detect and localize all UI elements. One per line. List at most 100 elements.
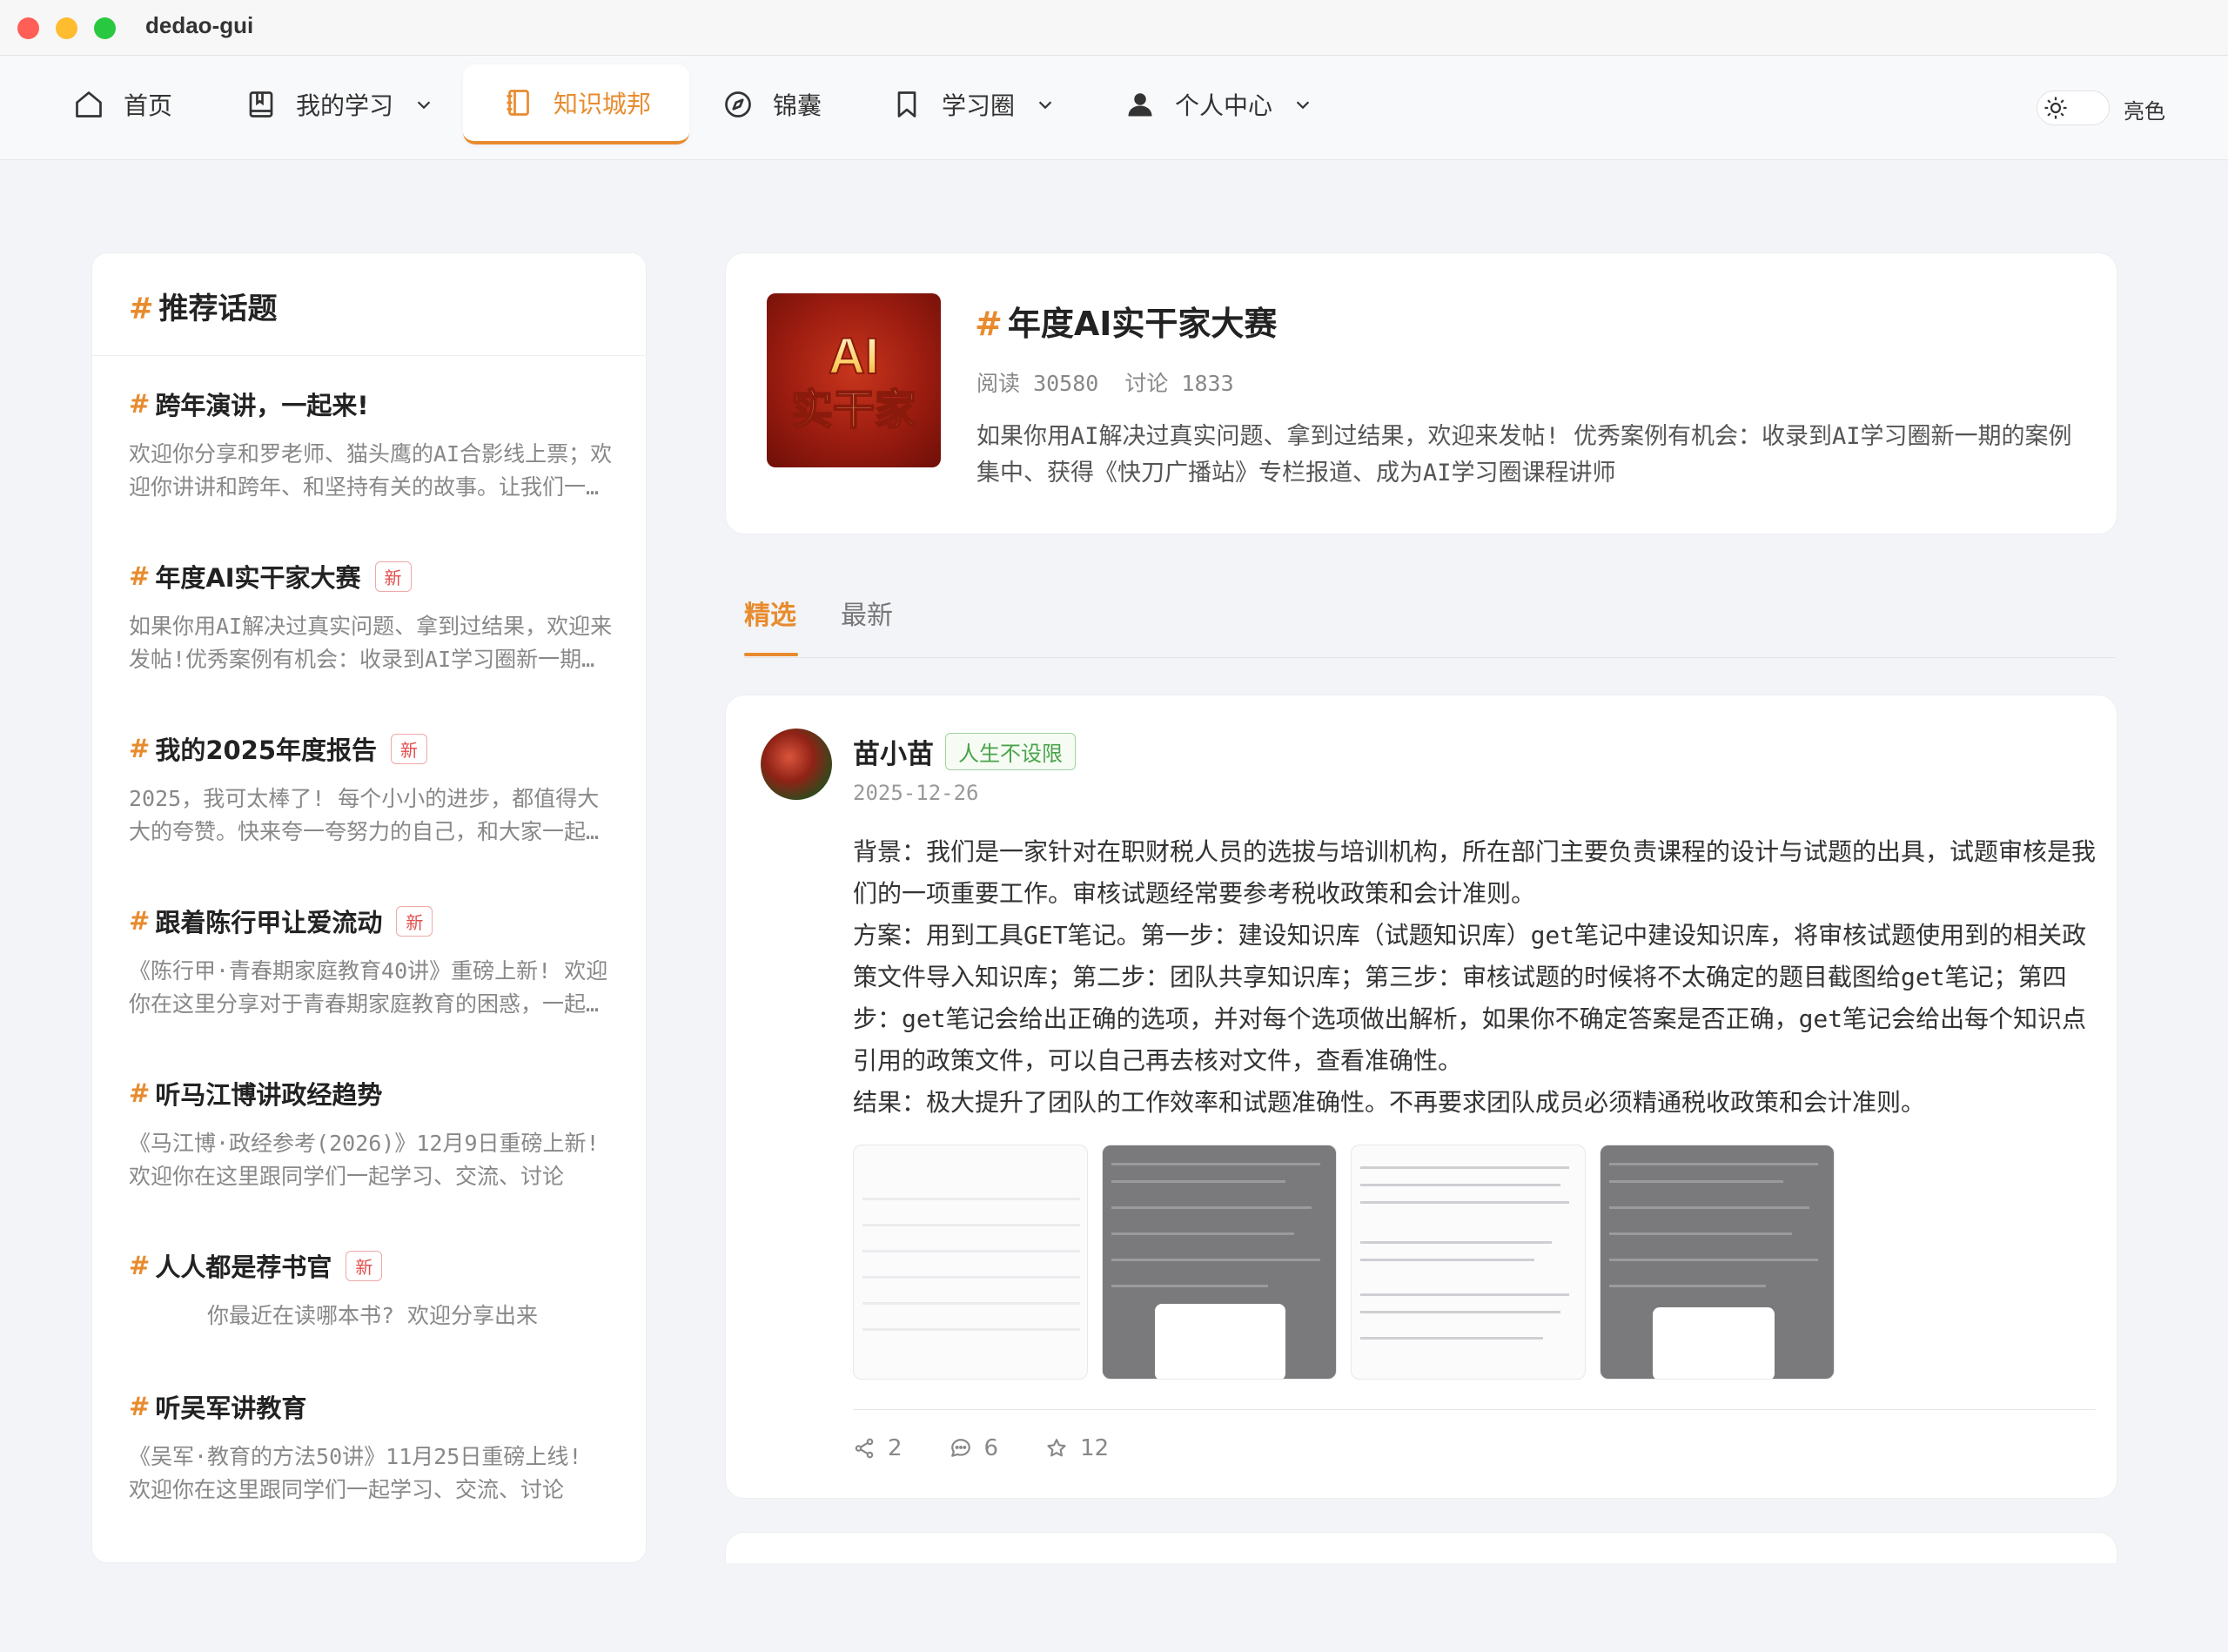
tab-latest-label: 最新 <box>841 601 893 631</box>
nav-bar: 首页 我的学习 知识城邦 锦囊 学习圈 个人中心 亮色 <box>0 56 2228 160</box>
star-button[interactable]: 12 <box>1045 1435 1109 1461</box>
post-paragraph: 背景：我们是一家针对在职财税人员的选拔与培训机构，所在部门主要负责课程的设计与试… <box>853 837 2097 908</box>
topic-item[interactable]: # 听马江博讲政经趋势 《马江博·政经参考(2026)》12月9日重磅上新! 欢迎… <box>129 1075 616 1193</box>
share-icon <box>855 1438 874 1459</box>
hash-icon: # <box>129 561 151 591</box>
topic-title-row: # 我的2025年度报告新 <box>129 730 616 767</box>
sidebar-title-text: 推荐话题 <box>158 292 278 326</box>
post-image-thumbnail[interactable] <box>1351 1145 1586 1380</box>
post-date: 2025-12-26 <box>853 781 979 805</box>
theme-toggle[interactable] <box>2037 91 2110 125</box>
cover-art: AI 实干家 <box>790 327 917 435</box>
topic-item[interactable]: # 年度AI实干家大赛新 如果你用AI解决过真实问题、拿到过结果，欢迎来发帖!优秀… <box>129 558 616 676</box>
topic-title-row: # 听马江博讲政经趋势 <box>129 1075 616 1111</box>
reads-label: 阅读 <box>976 371 1021 396</box>
topic-title-row: # 人人都是荐书官新 <box>129 1247 616 1284</box>
topic-desc: 《马江博·政经参考(2026)》12月9日重磅上新! 欢迎你在这里跟同学们一起学… <box>129 1131 600 1189</box>
discussions-stat: 讨论 1833 <box>1124 371 1233 396</box>
active-tab-indicator <box>744 653 798 656</box>
topic-title-row: # 听吴军讲教育 <box>129 1388 616 1425</box>
topic-title-row: # 年度AI实干家大赛新 <box>129 558 616 594</box>
nav-knowledge-city-label: 知识城邦 <box>554 90 652 118</box>
topic-desc: 《陈行甲·青春期家庭教育40讲》重磅上新! 欢迎你在这里分享对于青春期家庭教育的… <box>129 958 608 1017</box>
nav-home-label: 首页 <box>124 91 173 120</box>
topic-title-row: # 跟着陈行甲让爱流动新 <box>129 903 616 939</box>
discussions-label: 讨论 <box>1124 371 1169 396</box>
hash-icon: # <box>129 389 151 419</box>
comment-icon <box>950 1439 970 1457</box>
minimize-window-button[interactable] <box>56 17 77 39</box>
nav-personal-center[interactable]: 个人中心 <box>1124 64 1312 144</box>
topic-item[interactable]: # 我的2025年度报告新 2025，我可太棒了! 每个小小的进步，都值得大大的夸… <box>129 730 616 849</box>
cover-text-ai: AI <box>829 328 879 385</box>
close-window-button[interactable] <box>17 17 39 39</box>
nav-tips-label: 锦囊 <box>773 91 822 120</box>
comment-button[interactable]: 6 <box>950 1435 998 1461</box>
user-icon <box>1128 93 1152 117</box>
topic-desc: 你最近在读哪本书? 欢迎分享出来 <box>206 1303 539 1328</box>
nav-knowledge-city[interactable]: 知识城邦 <box>463 64 690 144</box>
nav-my-learning[interactable]: 我的学习 <box>245 64 433 144</box>
notebook-icon <box>507 90 529 116</box>
bookmark-icon <box>897 91 916 118</box>
reads-stat: 阅读 30580 <box>976 371 1098 396</box>
nav-my-learning-label: 我的学习 <box>296 91 394 120</box>
chevron-down-icon <box>1038 101 1052 110</box>
book-icon <box>249 91 273 118</box>
topic-title-text: 年度AI实干家大赛 <box>1007 305 1278 343</box>
reads-count: 30580 <box>1033 371 1099 396</box>
recommended-topics-panel: # 推荐话题 # 跨年演讲，一起来! 欢迎你分享和罗老师、猫头鹰的AI合影线上票；欢… <box>91 252 647 1563</box>
topic-item[interactable]: # 听吴军讲教育 《吴军·教育的方法50讲》11月25日重磅上线! 欢迎你在这里跟… <box>129 1388 616 1507</box>
new-badge: 新 <box>374 561 412 592</box>
post-card[interactable]: 苗小苗 人生不设限 2025-12-26 背景：我们是一家针对在职财税人员的选拔… <box>725 695 2117 1499</box>
nav-tips[interactable]: 锦囊 <box>722 64 822 144</box>
share-count: 2 <box>888 1435 903 1461</box>
topic-desc: 欢迎你分享和罗老师、猫头鹰的AI合影线上票；欢迎你讲讲和跨年、和坚持有关的故事。… <box>129 441 613 500</box>
maximize-window-button[interactable] <box>94 17 116 39</box>
sidebar-title: # 推荐话题 <box>92 253 646 356</box>
post-image-thumbnail[interactable] <box>1102 1145 1337 1380</box>
topic-desc: 《吴军·教育的方法50讲》11月25日重磅上线! 欢迎你在这里跟同学们一起学习、… <box>129 1444 582 1502</box>
hash-icon: # <box>129 292 154 326</box>
topic-title: 听马江博讲政经趋势 <box>155 1080 383 1110</box>
tab-featured[interactable]: 精选 <box>744 594 796 632</box>
new-badge: 新 <box>396 905 433 937</box>
topic-title: 年度AI实干家大赛 <box>155 563 361 593</box>
post-actions: 2 6 12 <box>853 1435 1156 1461</box>
post-paragraph: 结果：极大提升了团队的工作效率和试题准确性。不再要求团队成员必须精通税收政策和会… <box>853 1088 1926 1117</box>
post-body: 背景：我们是一家针对在职财税人员的选拔与培训机构，所在部门主要负责课程的设计与试… <box>853 831 2096 1124</box>
nav-study-circle[interactable]: 学习圈 <box>891 64 1055 144</box>
star-count: 12 <box>1080 1435 1110 1461</box>
home-icon <box>76 91 102 118</box>
divider <box>853 1409 2096 1410</box>
topic-title: 人人都是荐书官 <box>155 1252 332 1282</box>
topic-title: 跟着陈行甲让爱流动 <box>155 908 383 937</box>
tab-latest[interactable]: 最新 <box>841 594 893 632</box>
sun-icon <box>2044 97 2067 119</box>
topic-item[interactable]: # 人人都是荐书官新 你最近在读哪本书? 欢迎分享出来 <box>129 1247 616 1333</box>
topic-desc: 如果你用AI解决过真实问题、拿到过结果，欢迎来发帖!优秀案例有机会：收录到AI学… <box>129 614 613 672</box>
discussions-count: 1833 <box>1181 371 1234 396</box>
topic-title: # 年度AI实干家大赛 <box>975 297 1277 345</box>
topic-item[interactable]: # 跟着陈行甲让爱流动新 《陈行甲·青春期家庭教育40讲》重磅上新! 欢迎你在这里… <box>129 903 616 1021</box>
app-title: dedao-gui <box>145 12 254 38</box>
avatar[interactable] <box>761 729 832 800</box>
star-icon <box>1047 1439 1066 1457</box>
topic-title: 我的2025年度报告 <box>155 735 378 765</box>
post-image-thumbnail[interactable] <box>1600 1145 1835 1380</box>
hash-icon: # <box>129 1251 151 1280</box>
topic-cover-image: AI 实干家 <box>767 293 941 467</box>
post-image-thumbnail[interactable] <box>853 1145 1088 1380</box>
topic-stats: 阅读 30580 讨论 1833 <box>976 366 1234 398</box>
topic-title: 跨年演讲，一起来! <box>155 391 369 420</box>
share-button[interactable]: 2 <box>853 1435 903 1461</box>
next-post-card[interactable] <box>725 1532 2117 1563</box>
nav-home[interactable]: 首页 <box>73 64 172 144</box>
topic-item[interactable]: # 跨年演讲，一起来! 欢迎你分享和罗老师、猫头鹰的AI合影线上票；欢迎你讲讲和跨… <box>129 386 616 504</box>
author-name[interactable]: 苗小苗 <box>853 732 934 771</box>
author-tag: 人生不设限 <box>945 733 1076 770</box>
chevron-down-icon <box>417 101 431 110</box>
hash-icon: # <box>129 906 151 936</box>
topic-title: 听吴军讲教育 <box>155 1393 307 1423</box>
compass-icon <box>725 91 751 118</box>
